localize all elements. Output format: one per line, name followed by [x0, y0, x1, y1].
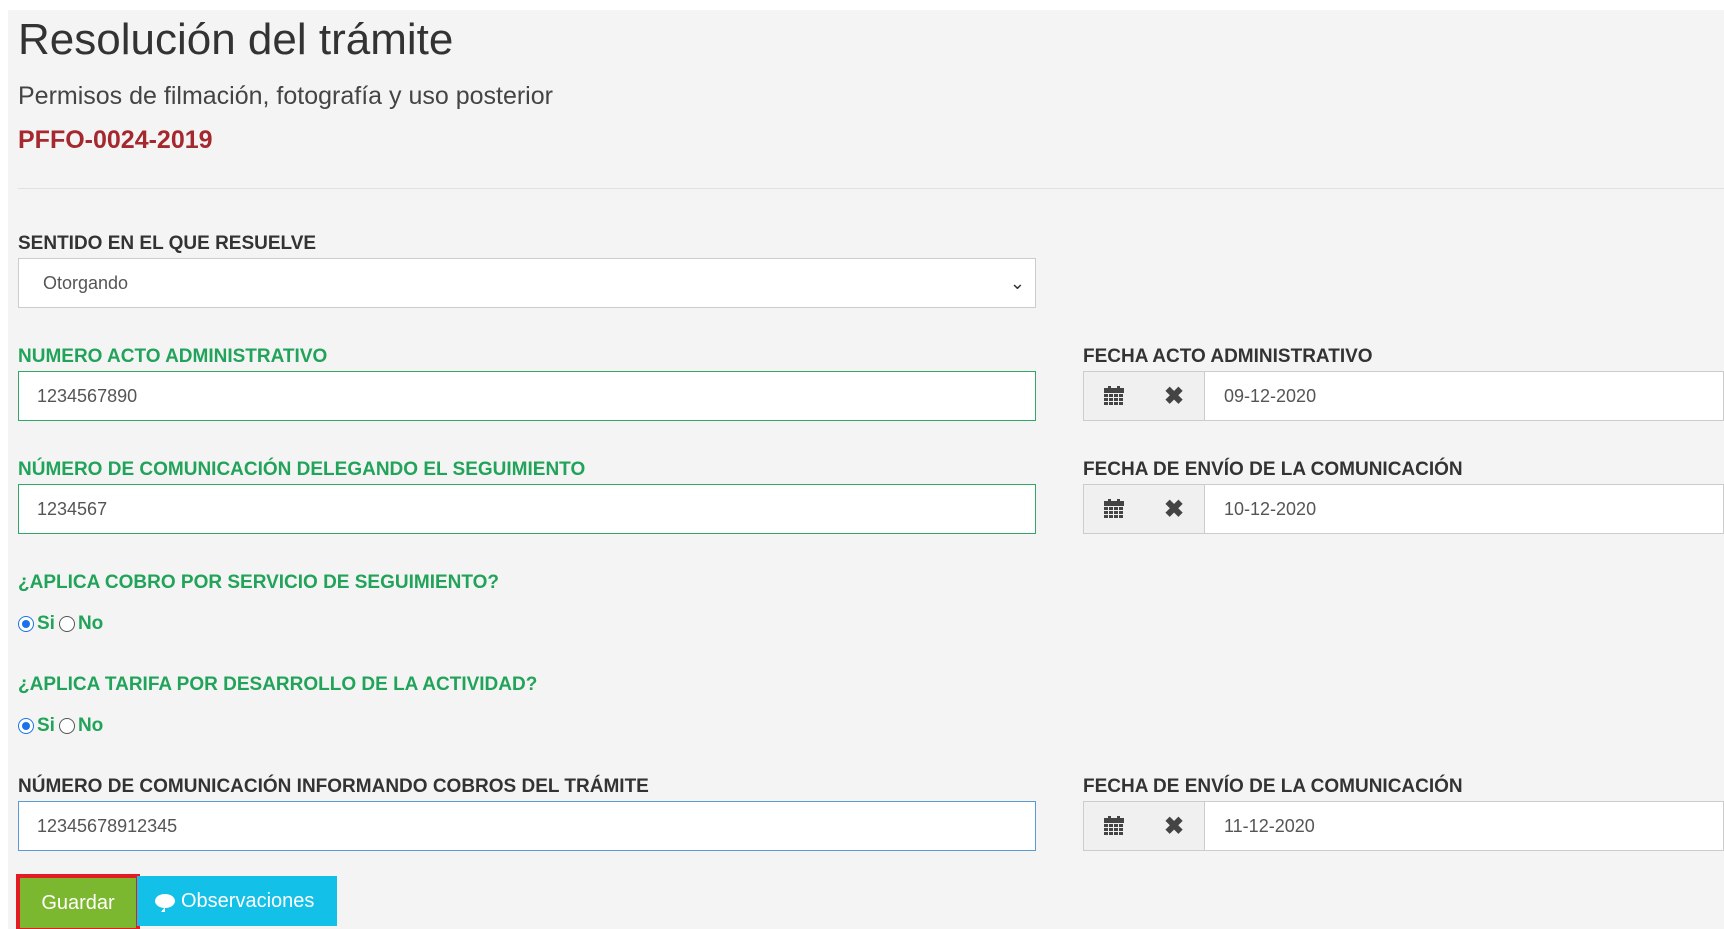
comment-icon: [155, 894, 175, 912]
numero-comunicacion-label: NÚMERO DE COMUNICACIÓN DELEGANDO EL SEGU…: [18, 459, 586, 480]
fecha-envio-datepicker: ✖ 10-12-2020: [1083, 484, 1724, 534]
clear-icon[interactable]: ✖: [1144, 802, 1205, 850]
observaciones-button[interactable]: Observaciones: [137, 876, 337, 926]
fecha-envio-label: FECHA DE ENVÍO DE LA COMUNICACIÓN: [1083, 459, 1463, 480]
clear-icon[interactable]: ✖: [1144, 485, 1205, 533]
calendar-icon[interactable]: [1084, 485, 1145, 533]
cobro-si-label: Si: [37, 613, 55, 634]
tarifa-si-label: Si: [37, 715, 55, 736]
tarifa-si-radio[interactable]: [18, 718, 34, 734]
clear-icon[interactable]: ✖: [1144, 372, 1205, 420]
cobro-si-radio[interactable]: [18, 616, 34, 632]
cobro-no-label: No: [77, 613, 104, 634]
sentido-label: SENTIDO EN EL QUE RESUELVE: [18, 233, 317, 254]
tarifa-actividad-label: ¿APLICA TARIFA POR DESARROLLO DE LA ACTI…: [18, 674, 538, 695]
numero-cobros-input[interactable]: 12345678912345: [18, 801, 1036, 851]
fecha-acto-datepicker: ✖ 09-12-2020: [1083, 371, 1724, 421]
sentido-value: Otorgando: [43, 273, 129, 293]
tarifa-actividad-radio-group: Si No: [18, 715, 107, 737]
fecha-acto-label: FECHA ACTO ADMINISTRATIVO: [1083, 346, 1373, 367]
numero-acto-label: NUMERO ACTO ADMINISTRATIVO: [18, 346, 328, 367]
tarifa-no-radio[interactable]: [58, 718, 75, 734]
divider: [18, 188, 1724, 189]
calendar-icon[interactable]: [1084, 372, 1145, 420]
cobro-seguimiento-label: ¿APLICA COBRO POR SERVICIO DE SEGUIMIENT…: [18, 572, 500, 593]
fecha-envio-cobros-datepicker: ✖ 11-12-2020: [1083, 801, 1724, 851]
save-button[interactable]: Guardar: [16, 874, 140, 929]
numero-cobros-label: NÚMERO DE COMUNICACIÓN INFORMANDO COBROS…: [18, 776, 649, 797]
page-subtitle: Permisos de filmación, fotografía y uso …: [18, 82, 553, 110]
calendar-icon[interactable]: [1084, 802, 1145, 850]
fecha-envio-cobros-input[interactable]: 11-12-2020: [1224, 802, 1315, 850]
chevron-down-icon: ⌄: [1009, 273, 1025, 293]
page-title: Resolución del trámite: [18, 15, 454, 64]
tramite-code: PFFO-0024-2019: [18, 126, 213, 154]
sentido-select[interactable]: Otorgando ⌄: [18, 258, 1036, 308]
fecha-acto-input[interactable]: 09-12-2020: [1224, 372, 1316, 420]
observaciones-label: Observaciones: [181, 890, 315, 912]
page: Resolución del trámite Permisos de filma…: [8, 10, 1724, 929]
fecha-envio-cobros-label: FECHA DE ENVÍO DE LA COMUNICACIÓN: [1083, 776, 1463, 797]
numero-comunicacion-input[interactable]: 1234567: [18, 484, 1036, 534]
cobro-seguimiento-radio-group: Si No: [18, 613, 107, 635]
fecha-envio-input[interactable]: 10-12-2020: [1224, 485, 1316, 533]
tarifa-no-label: No: [77, 715, 104, 736]
cobro-no-radio[interactable]: [58, 616, 75, 632]
numero-acto-input[interactable]: 1234567890: [18, 371, 1036, 421]
